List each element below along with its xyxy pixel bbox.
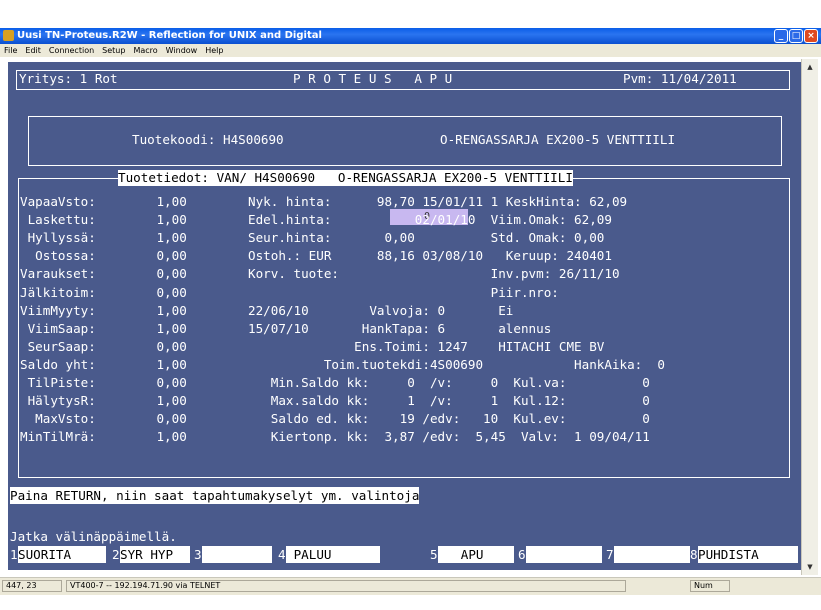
details-title: Tuotetiedot: VAN/ H4S00690 O-RENGASSARJA… [118, 170, 573, 186]
detail-row-values: Toim.tuotekdi:4S00690 HankAika: 0 [248, 356, 666, 372]
app-title: P R O T E U S A P U [293, 71, 453, 86]
detail-row-values: Nyk. hinta: 98,70 15/01/11 1 KeskHinta: … [248, 194, 628, 209]
menu-file[interactable]: File [0, 44, 21, 57]
detail-row-label: Hyllyssä: 1,00 [20, 230, 187, 246]
menu-setup[interactable]: Setup [98, 44, 129, 57]
fkey-button-1[interactable]: SUORITA [18, 546, 106, 563]
fkey-number: 3 [194, 547, 202, 562]
detail-row-values: Max.saldo kk: 1 /v: 1 Kul.12: 0 [248, 393, 650, 409]
company-label: Yritys: 1 Rot [19, 71, 118, 86]
menu-edit[interactable]: Edit [21, 44, 45, 57]
terminal-screen[interactable]: Yritys: 1 Rot P R O T E U S A P U Pvm: 1… [8, 62, 801, 570]
detail-row-values: Ostoh.: EUR 88,16 03/08/10 Keruup: 24040… [248, 248, 612, 264]
detail-row-label: HälytysR: 1,00 [20, 393, 187, 409]
detail-row-values: Piir.nro: [248, 284, 559, 300]
header-row: Yritys: 1 Rot P R O T E U S A P U Pvm: 1… [19, 70, 737, 88]
detail-row-values: 15/07/10 HankTapa: 6 alennus [248, 320, 552, 336]
fkey-number: 4 [278, 547, 286, 562]
fkey-button-7[interactable] [614, 546, 690, 563]
app-icon [3, 30, 14, 41]
detail-row-label: VapaaVsto: 1,00 [20, 194, 187, 209]
scroll-up-icon[interactable]: ▲ [804, 61, 816, 73]
fkey-button-4[interactable]: PALUU [286, 546, 380, 563]
detail-row-values: Edel.hinta: 02/01/10 Viim.Omak: 62,09 [248, 212, 612, 228]
menu-help[interactable]: Help [201, 44, 227, 57]
detail-row-values: Kiertonp. kk: 3,87 /edv: 5,45 Valv: 1 09… [248, 429, 650, 445]
menu-macro[interactable]: Macro [129, 44, 161, 57]
maximize-icon[interactable]: □ [789, 29, 803, 43]
fkey-number: 5 [430, 547, 438, 562]
detail-row-label: TilPiste: 0,00 [20, 375, 187, 390]
detail-row-label: SeurSaap: 0,00 [20, 338, 187, 354]
detail-row-label: Laskettu: 1,00 [20, 212, 187, 228]
fkey-number: 2 [112, 547, 120, 562]
continue-text: Jatka välinäppäimellä. [10, 529, 177, 544]
window-titlebar[interactable]: Uusi TN-Proteus.R2W - Reflection for UNI… [0, 28, 821, 44]
product-name: O-RENGASSARJA EX200-5 VENTTIILI [440, 132, 676, 147]
window-controls: _ □ × [774, 29, 818, 43]
detail-row-values: 22/06/10 Valvoja: 0 Ei [248, 302, 514, 318]
close-icon[interactable]: × [804, 29, 818, 43]
detail-row-values: Ens.Toimi: 1247 HITACHI CME BV [248, 338, 605, 354]
detail-row-values: Min.Saldo kk: 0 /v: 0 Kul.va: 0 [248, 375, 650, 390]
num-lock-indicator: Num [690, 580, 730, 592]
menu-window[interactable]: Window [162, 44, 202, 57]
fkey-number: 6 [518, 547, 526, 562]
fkey-button-8[interactable]: PUHDISTA [698, 546, 798, 563]
detail-row-label: ViimMyyty: 1,00 [20, 302, 187, 318]
detail-row-values: Seur.hinta: 0,00 Std. Omak: 0,00 [248, 230, 605, 246]
fkey-button-3[interactable] [202, 546, 272, 563]
prompt-text: Paina RETURN, niin saat tapahtumakyselyt… [10, 487, 420, 504]
connection-info: VT400-7 -- 192.194.71.90 via TELNET [66, 580, 626, 592]
detail-row-label: Jälkitoim: 0,00 [20, 284, 187, 300]
date-label: Pvm: 11/04/2011 [623, 71, 737, 86]
status-bar: 447, 23 VT400-7 -- 192.194.71.90 via TEL… [0, 577, 821, 595]
minimize-icon[interactable]: _ [774, 29, 788, 43]
fkey-button-5[interactable]: APU [438, 546, 514, 563]
menu-connection[interactable]: Connection [45, 44, 98, 57]
product-code: Tuotekoodi: H4S00690 [132, 132, 284, 147]
detail-row-label: Saldo yht: 1,00 [20, 356, 187, 372]
cursor-position: 447, 23 [2, 580, 62, 592]
detail-row-label: MinTilMrä: 1,00 [20, 429, 187, 445]
detail-row-label: Ostossa: 0,00 [20, 248, 187, 264]
vertical-scrollbar[interactable]: ▲ ▼ [801, 59, 818, 575]
fkey-number: 7 [606, 547, 614, 562]
fkey-button-6[interactable] [526, 546, 602, 563]
fkey-number: 1 [10, 547, 18, 562]
detail-row-label: Varaukset: 0,00 [20, 266, 187, 282]
fkey-button-2[interactable]: SYR HYP [120, 546, 190, 563]
detail-row-values: Korv. tuote: Inv.pvm: 26/11/10 [248, 266, 620, 282]
scroll-down-icon[interactable]: ▼ [804, 561, 816, 573]
detail-row-label: ViimSaap: 1,00 [20, 320, 187, 336]
fkey-number: 8 [690, 547, 698, 562]
window-title: Uusi TN-Proteus.R2W - Reflection for UNI… [17, 30, 322, 41]
detail-row-values: Saldo ed. kk: 19 /edv: 10 Kul.ev: 0 [248, 411, 650, 427]
menu-bar: File Edit Connection Setup Macro Window … [0, 44, 821, 57]
detail-row-label: MaxVsto: 0,00 [20, 411, 187, 427]
